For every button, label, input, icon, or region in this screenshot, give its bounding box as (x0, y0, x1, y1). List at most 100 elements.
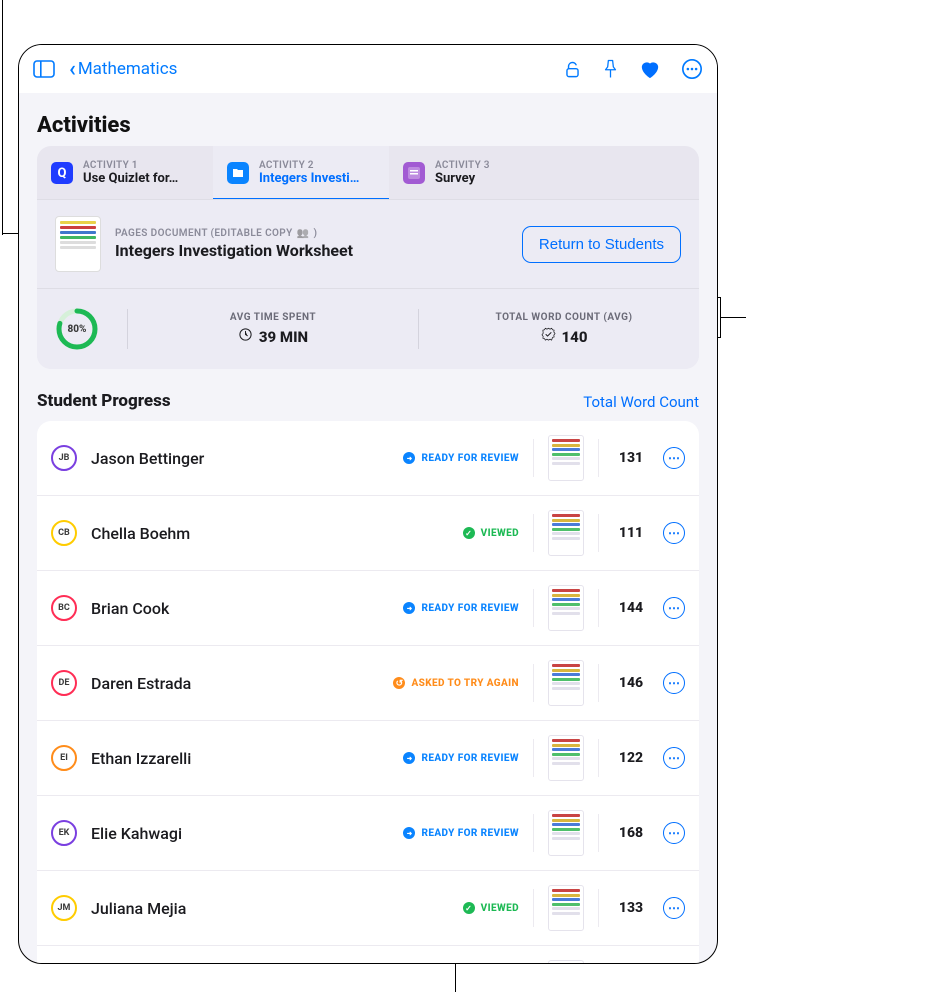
back-button[interactable]: ‹ Mathematics (69, 57, 177, 82)
student-row[interactable]: CB Chella Boehm VIEWED 111 ⋯ (37, 496, 699, 571)
divider (598, 664, 599, 702)
stat-word-count: TOTAL WORD COUNT (AVG) 140 (447, 312, 681, 346)
student-name: Chella Boehm (91, 524, 449, 543)
divider (598, 514, 599, 552)
more-icon[interactable] (681, 58, 703, 80)
stat-avg-time: AVG TIME SPENT 39 MIN (156, 312, 390, 346)
divider (598, 739, 599, 777)
submission-thumbnail[interactable] (548, 960, 584, 964)
word-count: 131 (613, 450, 649, 466)
submission-thumbnail[interactable] (548, 510, 584, 556)
divider (533, 664, 534, 702)
pin-icon[interactable] (602, 59, 619, 79)
row-more-button[interactable]: ⋯ (663, 597, 685, 619)
status-badge: READY FOR REVIEW (403, 452, 519, 464)
status-label: READY FOR REVIEW (421, 753, 519, 764)
progress-percent: 80% (55, 307, 99, 351)
chevron-left-icon: ‹ (69, 57, 76, 82)
status-icon (403, 827, 415, 839)
word-count: 111 (613, 525, 649, 541)
clock-icon (238, 327, 253, 346)
student-row[interactable]: EIEthan IzzarelliREADY FOR REVIEW122⋯ (37, 721, 699, 796)
row-more-button[interactable]: ⋯ (663, 447, 685, 469)
row-more-button[interactable]: ⋯ (663, 747, 685, 769)
document-title: Integers Investigation Worksheet (115, 241, 508, 260)
activity-tab-2[interactable]: ACTIVITY 2Integers Investi… (213, 146, 389, 199)
status-badge: ASKED TO TRY AGAIN (393, 677, 519, 689)
submission-thumbnail[interactable] (548, 585, 584, 631)
word-count: 144 (613, 600, 649, 616)
activity-tab-1[interactable]: Q ACTIVITY 1Use Quizlet for… (37, 146, 213, 199)
stat-value: 39 MIN (259, 328, 308, 346)
activity-title: Integers Investi… (259, 171, 359, 186)
status-icon (403, 602, 415, 614)
submission-thumbnail[interactable] (548, 810, 584, 856)
status-icon (393, 677, 405, 689)
stat-label: AVG TIME SPENT (156, 312, 390, 323)
status-label: VIEWED (481, 903, 519, 914)
student-row[interactable]: EKElie KahwagiREADY FOR REVIEW168⋯ (37, 796, 699, 871)
student-row[interactable]: CSChris SillersREADY FOR REVIEWN/A⋯ (37, 946, 699, 964)
student-progress-title: Student Progress (37, 391, 171, 411)
submission-thumbnail[interactable] (548, 885, 584, 931)
submission-thumbnail[interactable] (548, 435, 584, 481)
divider (598, 889, 599, 927)
progress-ring: 80% (55, 307, 99, 351)
activity-icon (403, 162, 425, 184)
student-name: Jason Bettinger (91, 449, 389, 468)
status-icon (403, 752, 415, 764)
activity-over: ACTIVITY 1 (83, 160, 178, 171)
back-label: Mathematics (78, 59, 178, 79)
divider (598, 814, 599, 852)
student-row[interactable]: JMJuliana MejiaVIEWED133⋯ (37, 871, 699, 946)
activity-icon: Q (51, 162, 73, 184)
stat-label: TOTAL WORD COUNT (AVG) (447, 312, 681, 323)
student-name: Elie Kahwagi (91, 824, 389, 843)
unlock-icon[interactable] (563, 60, 582, 79)
student-avatar: BC (51, 595, 77, 621)
student-name: Juliana Mejia (91, 899, 449, 918)
word-count: 168 (613, 825, 649, 841)
group-icon: 👥 (297, 228, 310, 239)
divider (127, 309, 128, 349)
student-row[interactable]: BCBrian CookREADY FOR REVIEW144⋯ (37, 571, 699, 646)
student-row[interactable]: JBJason BettingerREADY FOR REVIEW131⋯ (37, 421, 699, 496)
student-row[interactable]: DEDaren EstradaASKED TO TRY AGAIN146⋯ (37, 646, 699, 721)
status-label: READY FOR REVIEW (421, 603, 519, 614)
student-avatar: EI (51, 745, 77, 771)
sidebar-toggle-icon[interactable] (33, 60, 55, 78)
badge-icon (541, 327, 556, 346)
row-more-button[interactable]: ⋯ (663, 897, 685, 919)
status-icon (403, 452, 415, 464)
document-thumbnail[interactable] (55, 216, 101, 272)
status-badge: READY FOR REVIEW (403, 602, 519, 614)
divider (533, 589, 534, 627)
divider (598, 439, 599, 477)
section-title: Activities (19, 93, 717, 146)
activity-tab-3[interactable]: ACTIVITY 3Survey (389, 146, 699, 199)
row-more-button[interactable]: ⋯ (663, 522, 685, 544)
row-more-button[interactable]: ⋯ (663, 822, 685, 844)
activity-title: Use Quizlet for… (83, 171, 178, 186)
student-avatar: JM (51, 895, 77, 921)
stat-value: 140 (562, 328, 588, 346)
total-word-count-link[interactable]: Total Word Count (583, 393, 699, 411)
divider (533, 514, 534, 552)
student-avatar: CB (51, 520, 77, 546)
return-to-students-button[interactable]: Return to Students (522, 226, 681, 263)
heart-icon[interactable] (639, 59, 661, 79)
document-row: PAGES DOCUMENT (EDITABLE COPY 👥 ) Intege… (37, 199, 699, 288)
status-badge: VIEWED (463, 527, 519, 539)
divider (533, 889, 534, 927)
submission-thumbnail[interactable] (548, 735, 584, 781)
status-label: VIEWED (481, 528, 519, 539)
status-label: ASKED TO TRY AGAIN (411, 678, 519, 689)
word-count: 146 (613, 675, 649, 691)
student-avatar: DE (51, 670, 77, 696)
activity-tabs: Q ACTIVITY 1Use Quizlet for… ACTIVITY 2Int… (37, 146, 699, 199)
row-more-button[interactable]: ⋯ (663, 672, 685, 694)
submission-thumbnail[interactable] (548, 660, 584, 706)
activity-title: Survey (435, 171, 490, 186)
activity-icon (227, 162, 249, 184)
app-window: ‹ Mathematics Activities (18, 44, 718, 964)
